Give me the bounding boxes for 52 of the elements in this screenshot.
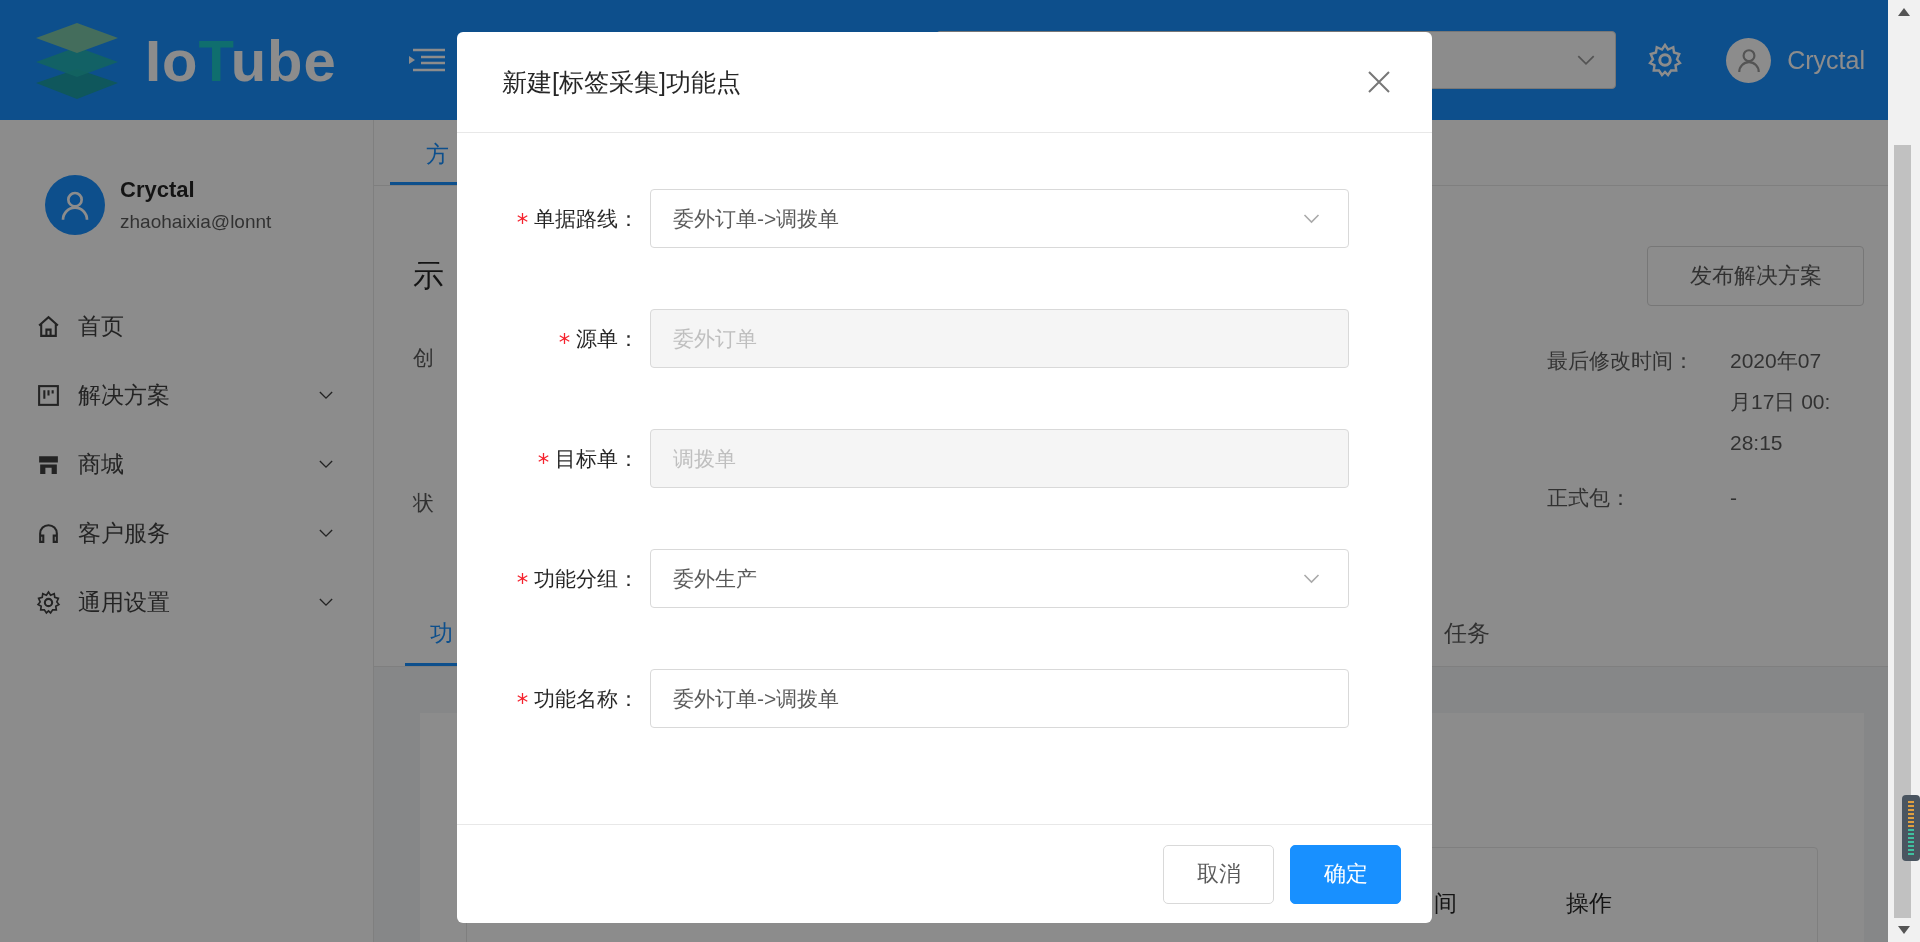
user-email: zhaohaixia@lonnt — [120, 211, 272, 233]
scroll-down-icon[interactable] — [1898, 926, 1910, 934]
field-label: 正式包： — [1547, 485, 1632, 511]
sidebar-item[interactable]: 首页 — [0, 292, 373, 361]
field-value: 2020年07月17日 00:28:15 — [1730, 348, 1832, 456]
settings-icon — [36, 590, 61, 615]
settings-icon[interactable] — [1647, 42, 1684, 78]
field-label: 功能名称： — [457, 684, 650, 713]
avatar-icon — [45, 175, 105, 235]
field-label: 目标单： — [457, 444, 650, 473]
sidebar-item[interactable]: 通用设置 — [0, 568, 373, 637]
logo-icon — [34, 21, 120, 99]
chevron-down-icon — [319, 391, 333, 400]
chevron-down-icon — [319, 598, 333, 607]
sidebar-item[interactable]: 解决方案 — [0, 361, 373, 430]
field-label: 功能分组： — [457, 564, 650, 593]
select-field[interactable]: 委外生产 — [650, 549, 1349, 608]
chevron-down-icon — [319, 529, 333, 538]
user-name[interactable]: Cryctal — [1787, 45, 1865, 75]
sidebar-item[interactable]: 客户服务 — [0, 499, 373, 568]
board-icon — [36, 383, 61, 408]
page-title: 示 — [413, 257, 444, 295]
menu-fold-icon[interactable] — [408, 48, 445, 72]
field-label: 状 — [413, 490, 434, 516]
scrollbar-thumb[interactable] — [1894, 145, 1911, 918]
avatar-icon[interactable] — [1726, 37, 1772, 83]
scrollbar[interactable] — [1888, 0, 1920, 942]
cancel-button[interactable]: 取消 — [1163, 844, 1274, 904]
chevron-down-icon — [1577, 54, 1596, 66]
chevron-down-icon — [1303, 573, 1320, 584]
sidebar-item[interactable]: 商城 — [0, 430, 373, 499]
field-label: 单据路线： — [457, 204, 650, 233]
field-label: 源单： — [457, 324, 650, 353]
user-name: Cryctal — [120, 177, 196, 203]
field-value: - — [1730, 485, 1738, 511]
meter-widget-icon — [1902, 795, 1920, 861]
home-icon — [36, 314, 61, 339]
chevron-down-icon — [319, 460, 333, 469]
input-field[interactable]: 委外订单->调拨单 — [650, 669, 1349, 728]
field-label: 最后修改时间： — [1547, 348, 1695, 374]
publish-button[interactable]: 发布解决方案 — [1647, 246, 1864, 306]
scroll-up-icon[interactable] — [1898, 8, 1910, 16]
headset-icon — [36, 521, 61, 546]
column-header: 操作 — [1566, 889, 1613, 918]
select-field[interactable]: 委外订单->调拨单 — [650, 189, 1349, 248]
chevron-down-icon — [1303, 213, 1320, 224]
field-label: 创 — [413, 345, 434, 371]
modal-title: 新建[标签采集]功能点 — [502, 66, 741, 98]
confirm-button[interactable]: 确定 — [1290, 844, 1401, 904]
column-header: 间 — [1434, 889, 1458, 918]
close-icon[interactable] — [1368, 71, 1390, 93]
tab[interactable]: 任务 — [1444, 618, 1490, 666]
